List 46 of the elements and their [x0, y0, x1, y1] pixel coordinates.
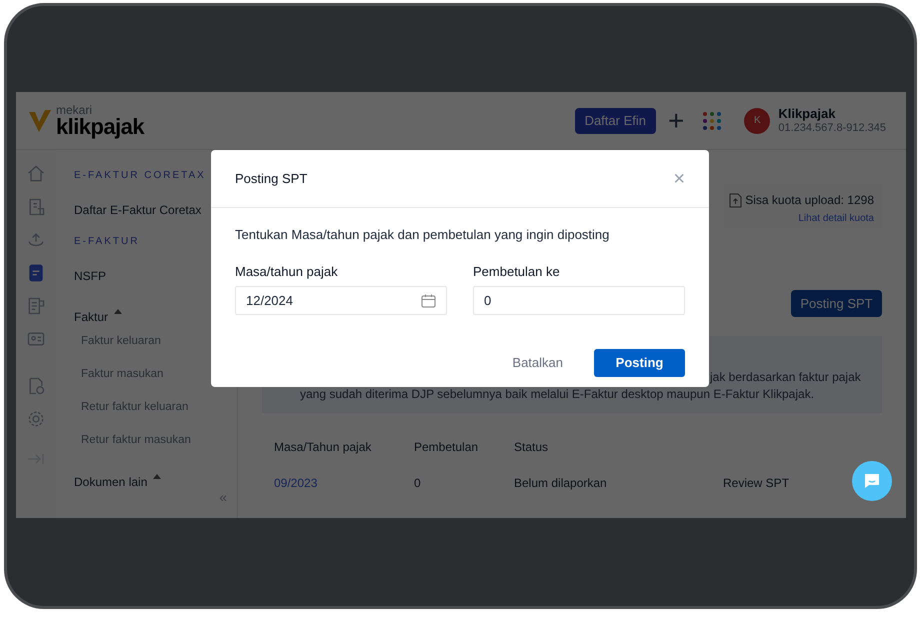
caret-icon[interactable] [153, 474, 162, 479]
dialog-title: Posting SPT [235, 170, 308, 188]
info-text: jak berdasarkan faktur pajak [708, 369, 862, 386]
sidebar-section-title: E-FAKTUR [74, 235, 140, 249]
confirm-button[interactable]: Posting [594, 349, 685, 377]
logo-check-icon [28, 108, 52, 134]
apps-grid-icon[interactable] [702, 110, 722, 130]
account-name: Klikpajak [778, 106, 836, 122]
close-button[interactable]: × [673, 168, 685, 188]
caret-icon[interactable] [114, 309, 122, 314]
collapse-button[interactable]: « [219, 490, 227, 504]
column-header: Status [514, 439, 550, 456]
upload-file-icon [729, 192, 742, 208]
chat-icon [863, 473, 881, 489]
input-field[interactable]: 0 [473, 286, 685, 315]
date-field[interactable]: 12/2024 [235, 286, 447, 315]
posting-spt-button[interactable]: Posting SPT [791, 290, 882, 317]
add-button[interactable]: + [668, 106, 684, 134]
column-header: Pembetulan [414, 439, 480, 456]
sidebar-section-title: E-FAKTUR CORETAX [74, 169, 207, 183]
quota-detail-link[interactable]: Lihat detail kuota [798, 211, 874, 226]
table-cell-text: 0 [414, 475, 422, 492]
review-link[interactable]: Review SPT [723, 474, 790, 492]
field-label: Pembetulan ke [473, 262, 561, 280]
period-link[interactable]: 09/2023 [274, 474, 318, 492]
sidebar-subitem[interactable]: Retur faktur masukan [74, 432, 237, 465]
logo-text: klikpajak [56, 116, 144, 138]
home-icon[interactable] [26, 164, 46, 184]
calendar-icon[interactable] [421, 294, 436, 308]
cancel-button[interactable]: Batalkan [512, 353, 563, 373]
avatar[interactable]: K [744, 108, 770, 134]
field-label: Masa/tahun pajak [235, 262, 339, 281]
quota-text: Sisa kuota upload: 1298 [745, 192, 874, 209]
account-id: 01.234.567.8-912.345 [778, 122, 886, 136]
document-list-icon[interactable] [26, 296, 46, 316]
settings-icon[interactable] [26, 409, 46, 429]
sidebar-group[interactable]: Dokumen lain [74, 472, 148, 490]
sidebar-group[interactable]: Faktur [74, 308, 108, 326]
chat-button[interactable] [852, 461, 892, 501]
table-cell-text: Belum dilaporkan [514, 475, 608, 492]
sidebar-subitem[interactable]: Retur faktur keluaran [74, 399, 237, 432]
info-text: yang sudah diterima DJP sebelumnya baik melalui E-Faktur desktop maupun E-Faktur Klikpajak. [299, 386, 816, 403]
column-header: Masa/Tahun pajak [274, 439, 372, 456]
logo-subtitle: mekari [56, 104, 94, 116]
dialog-description: Tentukan Masa/tahun pajak dan pembetulan yang ingin diposting [235, 226, 610, 244]
register-button[interactable]: Daftar Efin [574, 108, 656, 134]
